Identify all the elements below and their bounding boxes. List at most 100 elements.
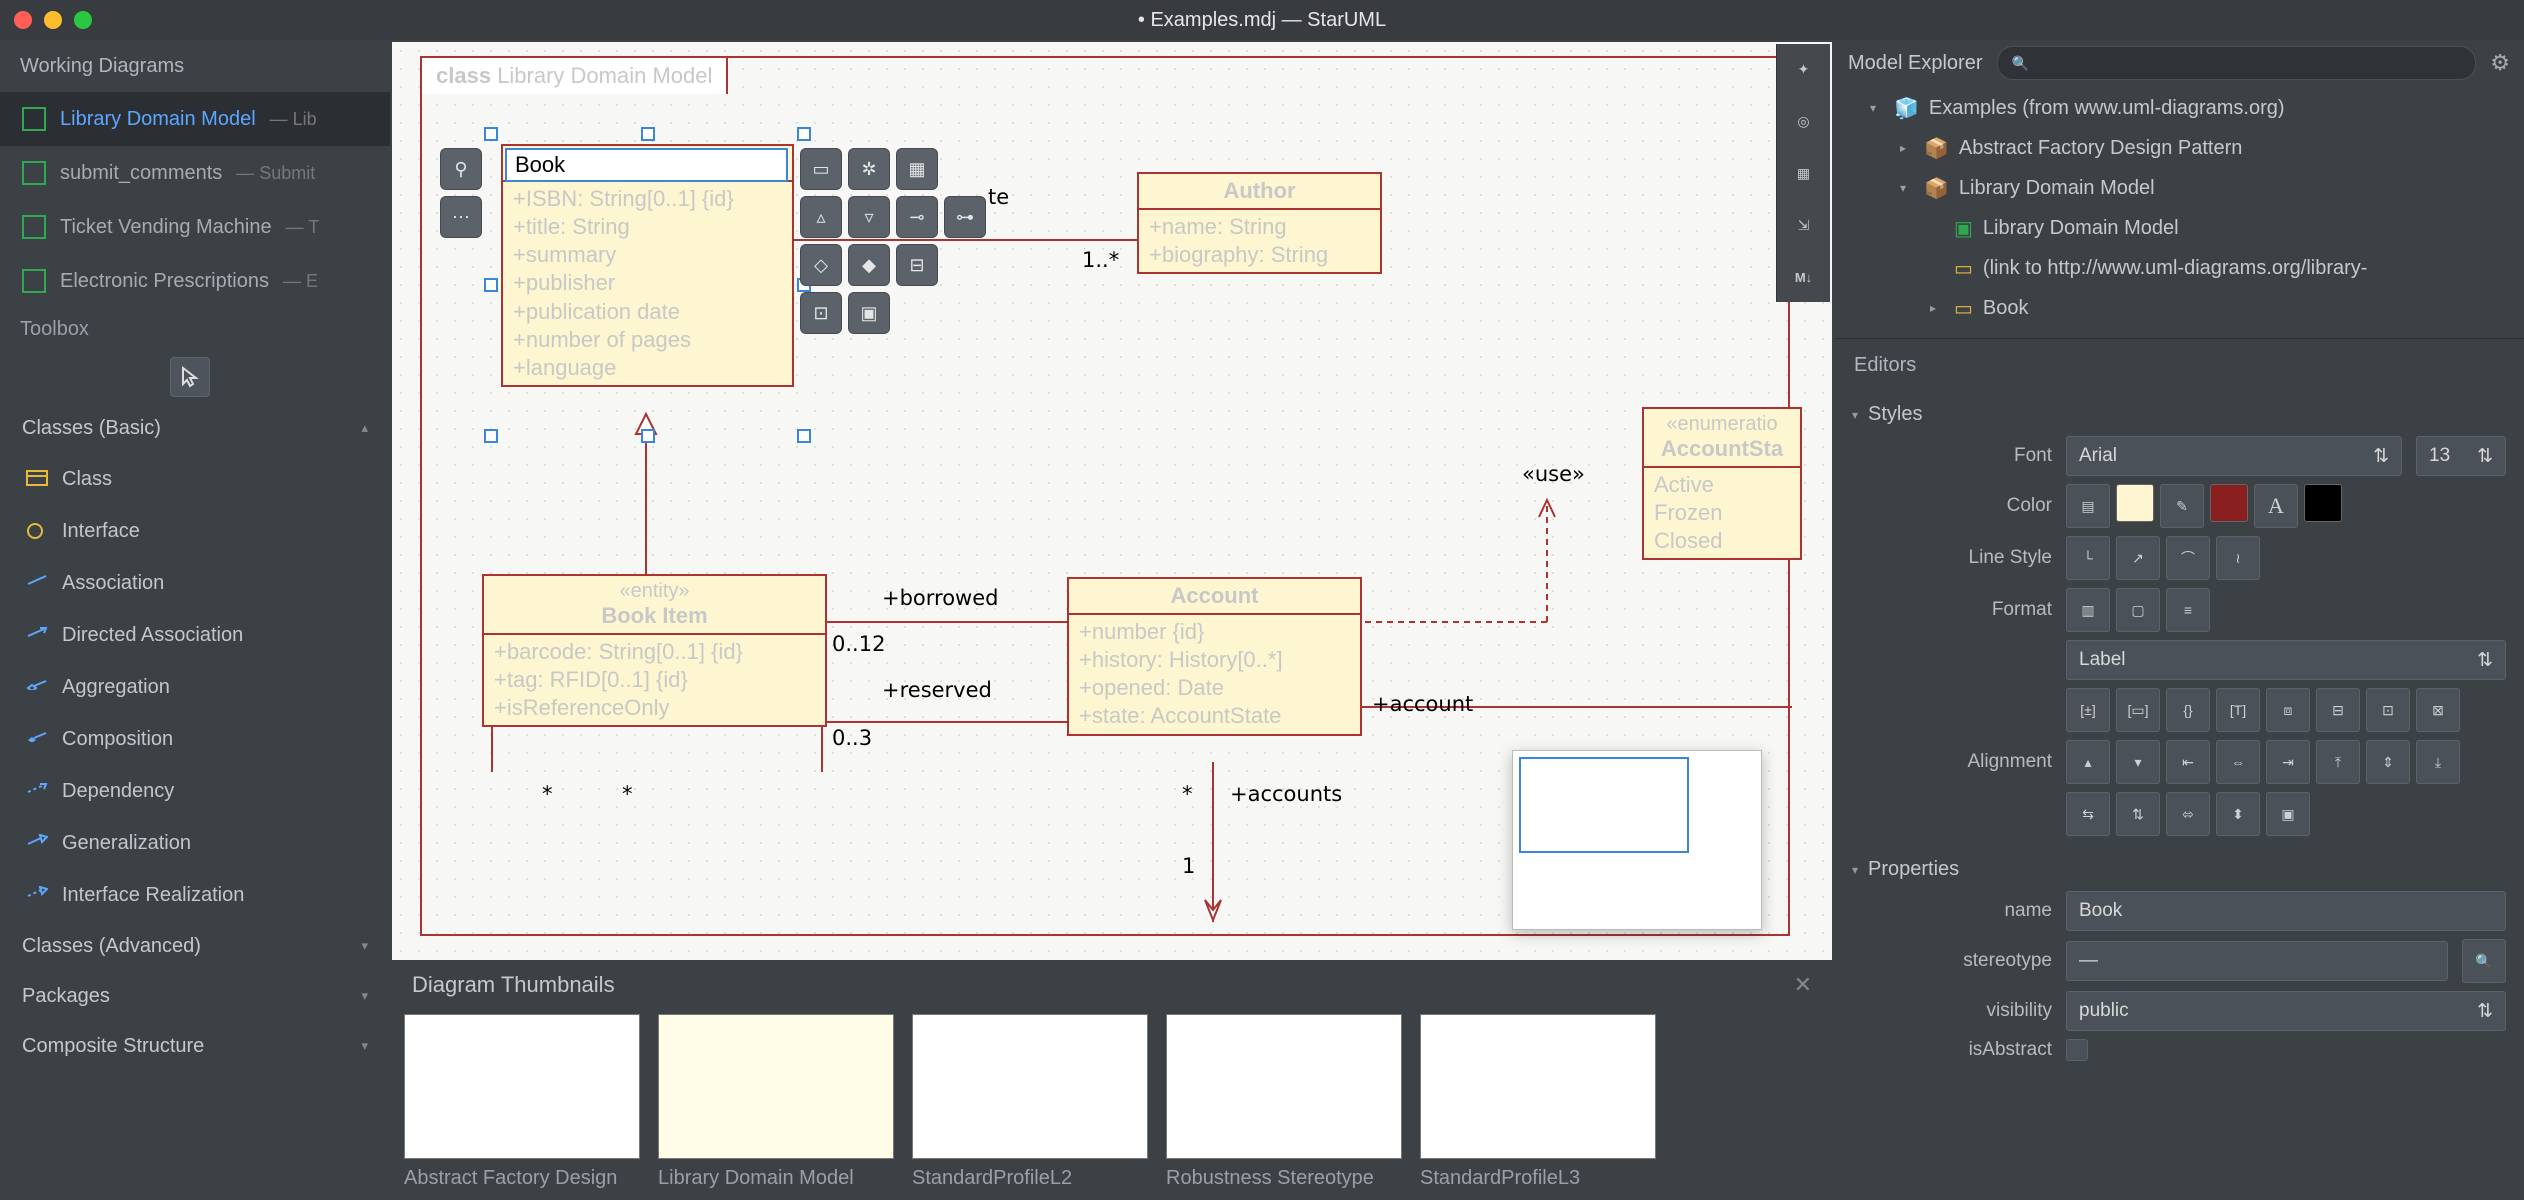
uml-class-bookitem[interactable]: «entity» Book Item +barcode: String[0..1… [482, 574, 827, 727]
suppress-ops[interactable]: ⊡ [2366, 688, 2410, 732]
stereotype-display-select[interactable]: Label⇅ [2066, 640, 2506, 680]
dist-v[interactable]: ⇅ [2116, 792, 2160, 836]
suppress-attrs[interactable]: ⊟ [2316, 688, 2360, 732]
linestyle-rect[interactable]: └ [2066, 536, 2110, 580]
same-size[interactable]: ▣ [2266, 792, 2310, 836]
show-visibility[interactable]: [±] [2066, 688, 2110, 732]
dist-h[interactable]: ⇆ [2066, 792, 2110, 836]
prop-stereo-input[interactable]: — [2066, 941, 2448, 981]
is-abstract-checkbox[interactable] [2066, 1039, 2088, 1061]
sub-button-8[interactable]: ⊡ [800, 292, 842, 334]
thumb-2[interactable]: StandardProfileL2 [912, 1014, 1148, 1190]
maximize-button[interactable] [74, 11, 92, 29]
format-btn-3[interactable]: ≡ [2166, 588, 2210, 632]
grid-icon[interactable]: ▦ [1787, 156, 1821, 190]
add-attribute-button[interactable]: ▭ [800, 148, 842, 190]
gear-icon[interactable]: ⚙ [2490, 50, 2510, 76]
text-color-icon[interactable]: A [2254, 484, 2298, 528]
uml-class-author[interactable]: Author +name: String +biography: String [1137, 172, 1382, 274]
diagram-item-prescriptions[interactable]: Electronic Prescriptions — E [0, 254, 390, 308]
tree-node-link[interactable]: ▭(link to http://www.uml-diagrams.org/li… [1844, 248, 2514, 288]
linestyle-oblique[interactable]: ↗ [2116, 536, 2160, 580]
sub-button-2[interactable]: ▿ [848, 196, 890, 238]
class-name-editor[interactable] [505, 148, 788, 182]
search-stereotype-button[interactable]: 🔍 [2462, 939, 2506, 983]
tool-aggregation[interactable]: Aggregation [0, 661, 390, 713]
align-top[interactable]: ⤒ [2316, 740, 2360, 784]
close-button[interactable] [14, 11, 32, 29]
diagram-item-ticket[interactable]: Ticket Vending Machine — T [0, 200, 390, 254]
format-btn-1[interactable]: ▥ [2066, 588, 2110, 632]
markdown-icon[interactable]: M↓ [1787, 260, 1821, 294]
tool-class[interactable]: Class [0, 453, 390, 505]
explorer-search[interactable]: 🔍 [1997, 46, 2477, 80]
prop-name-input[interactable]: Book [2066, 891, 2506, 931]
section-composite[interactable]: Composite Structure▾ [0, 1021, 390, 1071]
text-swatch[interactable] [2304, 484, 2342, 522]
tool-dependency[interactable]: Dependency [0, 765, 390, 817]
sub-button-9[interactable]: ▣ [848, 292, 890, 334]
align-middle[interactable]: ⇕ [2366, 740, 2410, 784]
share-icon[interactable]: ⇲ [1787, 208, 1821, 242]
target-icon[interactable]: ◎ [1787, 104, 1821, 138]
same-height[interactable]: ⬍ [2216, 792, 2260, 836]
visibility-button[interactable]: ⚲ [440, 148, 482, 190]
sub-button-5[interactable]: ◇ [800, 244, 842, 286]
uml-class-account[interactable]: Account +number {id} +history: History[0… [1067, 577, 1362, 736]
line-picker-icon[interactable]: ✎ [2160, 484, 2204, 528]
tool-association[interactable]: Association [0, 557, 390, 609]
align-right[interactable]: ⇥ [2266, 740, 2310, 784]
tool-interface-realization[interactable]: Interface Realization [0, 869, 390, 921]
bring-front[interactable]: ▴ [2066, 740, 2110, 784]
tree-root[interactable]: ▾🧊Examples (from www.uml-diagrams.org) [1844, 88, 2514, 128]
pointer-tool[interactable] [170, 357, 210, 397]
uml-enum-accountstate[interactable]: «enumeratio AccountSta Active Frozen Clo… [1642, 407, 1802, 560]
align-bottom[interactable]: ⤓ [2416, 740, 2460, 784]
show-namespace[interactable]: [▭] [2116, 688, 2160, 732]
section-classes-advanced[interactable]: Classes (Advanced)▾ [0, 921, 390, 971]
settings-button[interactable]: ✲ [848, 148, 890, 190]
suppress-recs[interactable]: ⊠ [2416, 688, 2460, 732]
add-operation-button[interactable]: ▦ [896, 148, 938, 190]
show-multiplicity[interactable]: [T] [2216, 688, 2260, 732]
section-packages[interactable]: Packages▾ [0, 971, 390, 1021]
fill-swatch[interactable] [2116, 484, 2154, 522]
thumb-3[interactable]: Robustness Stereotype [1166, 1014, 1402, 1190]
linestyle-round[interactable]: ⌒ [2166, 536, 2210, 580]
thumb-1[interactable]: Library Domain Model [658, 1014, 894, 1190]
align-left[interactable]: ⇤ [2166, 740, 2210, 784]
diagram-item-submit[interactable]: submit_comments — Submit [0, 146, 390, 200]
tool-directed-association[interactable]: Directed Association [0, 609, 390, 661]
send-back[interactable]: ▾ [2116, 740, 2160, 784]
tool-generalization[interactable]: Generalization [0, 817, 390, 869]
same-width[interactable]: ⬄ [2166, 792, 2210, 836]
diagram-item-library[interactable]: Library Domain Model — Lib [0, 92, 390, 146]
fill-picker-icon[interactable]: ▤ [2066, 484, 2110, 528]
sub-button-7[interactable]: ⊟ [896, 244, 938, 286]
sub-button-3[interactable]: ⊸ [896, 196, 938, 238]
show-type[interactable]: {} [2166, 688, 2210, 732]
sub-button-1[interactable]: ▵ [800, 196, 842, 238]
extensions-icon[interactable]: ✦ [1787, 52, 1821, 86]
show-op-sig[interactable]: ⧈ [2266, 688, 2310, 732]
align-center[interactable]: ⇔ [2216, 740, 2260, 784]
prop-visibility-select[interactable]: public⇅ [2066, 991, 2506, 1031]
sub-button-6[interactable]: ◆ [848, 244, 890, 286]
tree-node-diagram[interactable]: ▣Library Domain Model [1844, 208, 2514, 248]
more-button[interactable]: ⋯ [440, 196, 482, 238]
tree-node-library[interactable]: ▾📦Library Domain Model [1844, 168, 2514, 208]
styles-section[interactable]: Styles [1852, 397, 2506, 432]
minimap[interactable] [1512, 750, 1762, 930]
section-classes-basic[interactable]: Classes (Basic)▴ [0, 403, 390, 453]
properties-section[interactable]: Properties [1852, 852, 2506, 887]
tool-interface[interactable]: Interface [0, 505, 390, 557]
minimize-button[interactable] [44, 11, 62, 29]
font-family-select[interactable]: Arial⇅ [2066, 436, 2402, 476]
line-swatch[interactable] [2210, 484, 2248, 522]
sub-button-4[interactable]: ⊶ [944, 196, 986, 238]
thumb-0[interactable]: Abstract Factory Design [404, 1014, 640, 1190]
linestyle-curve[interactable]: ≀ [2216, 536, 2260, 580]
font-size-select[interactable]: 13⇅ [2416, 436, 2506, 476]
tree-node-book[interactable]: ▸▭Book [1844, 288, 2514, 328]
tree-node-abstract[interactable]: ▸📦Abstract Factory Design Pattern [1844, 128, 2514, 168]
